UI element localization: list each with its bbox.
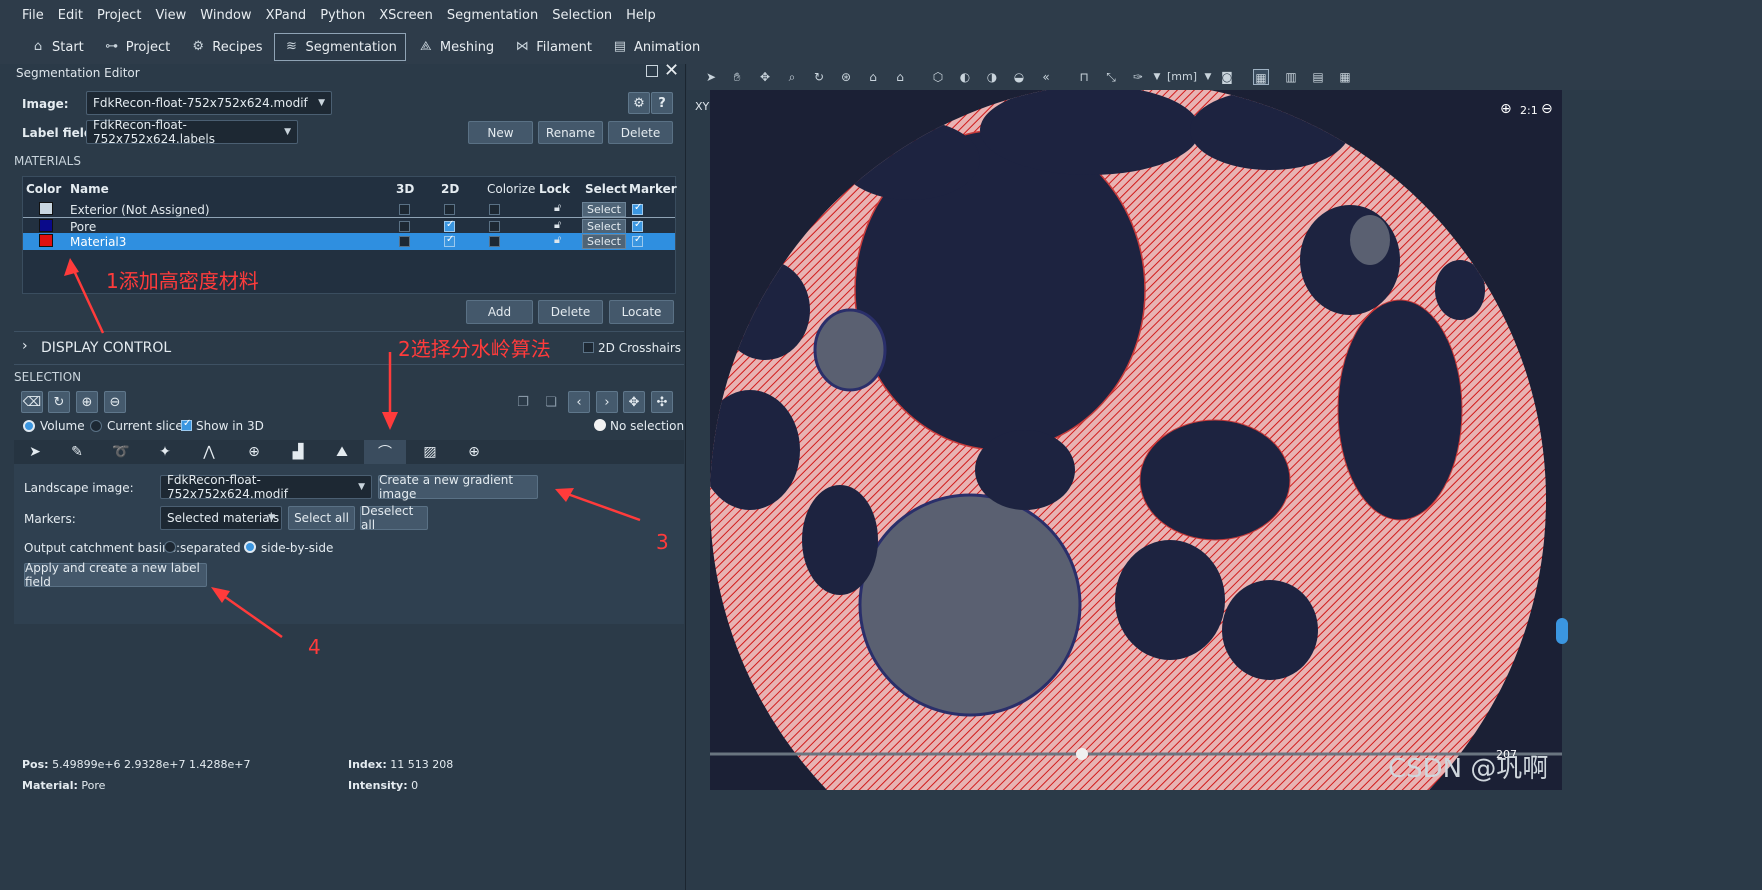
arrow-2-head xyxy=(382,412,398,430)
intensity-label: Intensity: xyxy=(348,779,408,792)
annotation-4: 4 xyxy=(308,635,321,659)
camera-icon[interactable]: ◙ xyxy=(1219,69,1235,85)
pos-value: 5.49899e+6 2.9328e+7 1.4288e+7 xyxy=(52,758,251,771)
chevron-down-icon[interactable]: ▼ xyxy=(1200,69,1216,85)
zoom-icon[interactable]: ⌕ xyxy=(784,69,800,85)
zoom-level: 2:1 xyxy=(1520,104,1538,117)
annotation-3: 3 xyxy=(656,530,669,554)
viewer-toolbar: ➤ ✋︎ ✥ ⌕ ↻ ⊛ ⌂ ⌂ ⬡ ◐ ◑ ◒ « ⊓ ⤡ ✑ ▼ [mm] … xyxy=(687,64,1762,90)
view-x-icon[interactable]: ◐ xyxy=(957,69,973,85)
units-label[interactable]: [mm] xyxy=(1167,69,1197,85)
intensity-value: 0 xyxy=(411,779,419,792)
slice-slider-handle[interactable] xyxy=(1076,748,1088,760)
annotation-2: 2选择分水岭算法 xyxy=(398,337,551,361)
pos-label: Pos: xyxy=(22,758,49,771)
slice-viewport[interactable] xyxy=(710,90,1562,790)
arrow-1-head xyxy=(64,258,79,276)
slice-image[interactable] xyxy=(710,90,1562,790)
watermark: CSDN @巩啊 xyxy=(1388,754,1549,784)
material-label: Material: xyxy=(22,779,78,792)
side-handle[interactable] xyxy=(1556,618,1568,644)
arrow-4-head xyxy=(211,587,230,603)
pointer-icon[interactable]: ➤ xyxy=(703,69,719,85)
rewind-icon[interactable]: « xyxy=(1038,69,1054,85)
measure-icon[interactable]: ⊓ xyxy=(1076,69,1092,85)
index-value: 11 513 208 xyxy=(390,758,454,771)
seek-icon[interactable]: ⊛ xyxy=(838,69,854,85)
material-value: Pore xyxy=(81,779,106,792)
annotation-1: 1添加高密度材料 xyxy=(106,269,259,293)
zoom-out-icon[interactable]: ⊖ xyxy=(1541,101,1553,117)
arrow-4 xyxy=(217,590,283,639)
layout-split-icon[interactable]: ▥ xyxy=(1283,69,1299,85)
probe-icon[interactable]: ⤡ xyxy=(1103,69,1119,85)
view-y-icon[interactable]: ◑ xyxy=(984,69,1000,85)
view-orientation-label: XY xyxy=(695,100,710,113)
home-view-icon[interactable]: ⌂ xyxy=(865,69,881,85)
perspective-icon[interactable]: ⬡ xyxy=(930,69,946,85)
set-home-icon[interactable]: ⌂ xyxy=(892,69,908,85)
layout-horizontal-icon[interactable]: ▤ xyxy=(1310,69,1326,85)
arrow-3 xyxy=(561,490,641,522)
layout-quad-icon[interactable]: ▦ xyxy=(1337,69,1353,85)
zoom-in-icon[interactable]: ⊕ xyxy=(1500,101,1512,117)
index-label: Index: xyxy=(348,758,387,771)
annotate-icon[interactable]: ✑ xyxy=(1130,69,1146,85)
rotate-icon[interactable]: ↻ xyxy=(811,69,827,85)
hand-icon[interactable]: ✋︎ xyxy=(729,69,745,85)
chevron-down-icon[interactable]: ▼ xyxy=(1149,69,1165,85)
layout-single-icon[interactable]: ▦ xyxy=(1253,69,1269,85)
pan-icon[interactable]: ✥ xyxy=(757,69,773,85)
view-z-icon[interactable]: ◒ xyxy=(1011,69,1027,85)
